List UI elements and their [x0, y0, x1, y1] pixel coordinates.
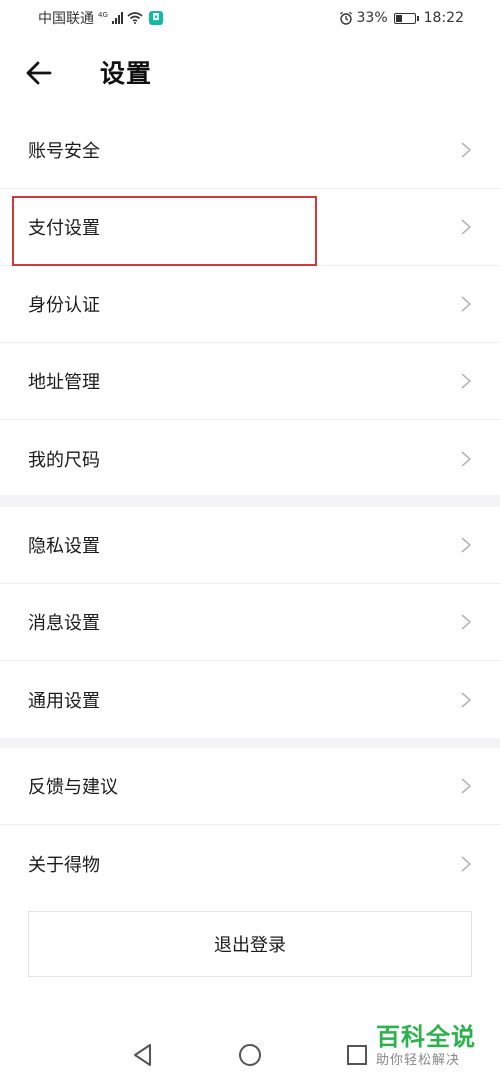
status-right: 33% 18:22	[339, 10, 464, 26]
status-bar: 中国联通 4G ◘ 33% 18:22	[0, 0, 500, 36]
settings-item-address[interactable]: 地址管理	[0, 343, 500, 420]
settings-item-label: 账号安全	[28, 141, 100, 162]
chevron-right-icon	[461, 296, 472, 312]
page-title: 设置	[100, 59, 153, 88]
chevron-right-icon	[461, 142, 472, 158]
settings-group-3: 反馈与建议 关于得物	[0, 748, 500, 902]
status-time: 18:22	[423, 10, 464, 26]
settings-item-label: 关于得物	[28, 854, 100, 876]
settings-item-about[interactable]: 关于得物	[0, 825, 500, 902]
settings-item-label: 我的尺码	[28, 449, 100, 471]
circle-home-icon[interactable]	[237, 1042, 263, 1068]
watermark-title: 百科全说	[376, 1023, 476, 1051]
signal-icon	[111, 12, 123, 24]
watermark-subtitle: 助你轻松解决	[376, 1053, 461, 1068]
network-type: 4G	[98, 11, 108, 19]
battery-icon	[393, 12, 419, 24]
battery-percent: 33%	[356, 10, 388, 26]
settings-item-label: 通用设置	[28, 690, 100, 712]
header: 设置	[0, 36, 500, 112]
chevron-right-icon	[461, 219, 472, 235]
chevron-right-icon	[461, 450, 472, 467]
back-button[interactable]	[22, 56, 56, 90]
battery-level	[395, 14, 402, 22]
chevron-right-icon	[461, 373, 472, 389]
logout-button[interactable]: 退出登录	[28, 911, 472, 977]
settings-group-2: 隐私设置 消息设置 通用设置	[0, 507, 500, 738]
settings-item-payment[interactable]: 支付设置	[0, 189, 500, 266]
chevron-right-icon	[461, 778, 472, 794]
settings-item-notifications[interactable]: 消息设置	[0, 584, 500, 661]
status-left: 中国联通 4G ◘	[38, 8, 163, 28]
settings-item-label: 支付设置	[28, 218, 100, 239]
chevron-right-icon	[461, 691, 472, 708]
section-divider	[0, 495, 500, 507]
settings-item-identity[interactable]: 身份认证	[0, 266, 500, 343]
settings-item-label: 地址管理	[28, 372, 100, 393]
triangle-back-icon[interactable]	[130, 1042, 156, 1068]
settings-item-account-security[interactable]: 账号安全	[0, 112, 500, 189]
settings-item-label: 反馈与建议	[28, 777, 118, 798]
arrow-left-icon	[26, 61, 52, 85]
settings-item-feedback[interactable]: 反馈与建议	[0, 748, 500, 825]
settings-item-label: 隐私设置	[28, 536, 100, 557]
settings-item-size[interactable]: 我的尺码	[0, 420, 500, 497]
alarm-clock-icon	[339, 11, 352, 25]
settings-item-label: 身份认证	[28, 295, 100, 316]
wifi-icon	[127, 12, 143, 24]
settings-group-1: 账号安全 支付设置 身份认证 地址管理 我的尺码	[0, 112, 500, 497]
app-notification-icon: ◘	[148, 11, 163, 25]
settings-item-label: 消息设置	[28, 613, 100, 634]
chevron-right-icon	[461, 537, 472, 553]
chevron-right-icon	[461, 614, 472, 630]
watermark: 百科全说 助你轻松解决	[376, 1022, 496, 1070]
chevron-right-icon	[461, 855, 472, 872]
settings-item-general[interactable]: 通用设置	[0, 661, 500, 738]
settings-item-privacy[interactable]: 隐私设置	[0, 507, 500, 584]
carrier-name: 中国联通	[38, 11, 94, 27]
square-recent-icon[interactable]	[344, 1042, 370, 1068]
